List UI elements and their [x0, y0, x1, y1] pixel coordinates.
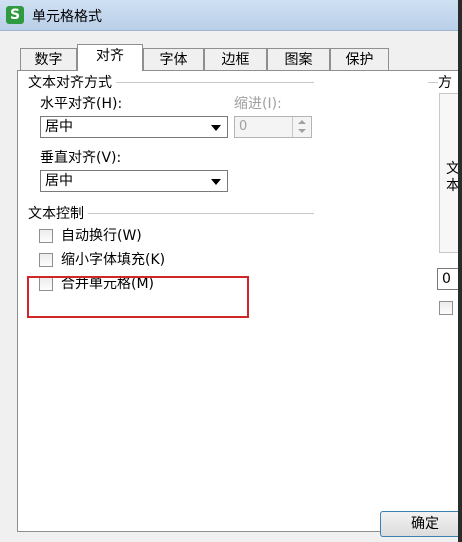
- orientation-checkbox[interactable]: [439, 301, 453, 315]
- spin-buttons[interactable]: [292, 117, 311, 137]
- chevron-down-icon: [211, 179, 221, 185]
- window-title: 单元格格式: [32, 9, 102, 25]
- merge-cells-highlight: [27, 276, 249, 318]
- spin-up-icon: [298, 120, 306, 124]
- indent-label: 缩进(I):: [234, 96, 282, 112]
- horizontal-align-label: 水平对齐(H):: [40, 96, 123, 112]
- shrink-to-fit-checkbox[interactable]: [39, 253, 53, 267]
- vertical-align-label: 垂直对齐(V):: [40, 150, 122, 166]
- tab-font[interactable]: 字体: [143, 48, 204, 70]
- wrap-text-label[interactable]: 自动换行(W): [61, 225, 142, 245]
- alignment-group-label: 文本对齐方式: [28, 72, 116, 92]
- vertical-align-select[interactable]: 居中: [40, 170, 228, 192]
- horizontal-align-select[interactable]: 居中: [40, 116, 228, 138]
- text-control-group-label: 文本控制: [28, 203, 88, 223]
- tab-protection[interactable]: 保护: [330, 48, 389, 70]
- wps-app-icon: S: [6, 6, 24, 24]
- vertical-align-value: 居中: [45, 173, 73, 189]
- tab-border[interactable]: 边框: [204, 48, 267, 70]
- window-edge: [458, 0, 462, 542]
- tab-pattern[interactable]: 图案: [267, 48, 330, 70]
- wrap-text-checkbox[interactable]: [39, 229, 53, 243]
- shrink-to-fit-label[interactable]: 缩小字体填充(K): [61, 249, 165, 269]
- chevron-down-icon: [211, 125, 221, 131]
- horizontal-align-value: 居中: [45, 119, 73, 135]
- indent-stepper[interactable]: 0: [234, 116, 312, 138]
- spin-down-icon: [298, 129, 306, 133]
- ok-button[interactable]: 确定: [380, 511, 462, 537]
- title-bar[interactable]: S 单元格格式: [0, 0, 462, 31]
- tab-number[interactable]: 数字: [20, 48, 77, 70]
- tab-alignment[interactable]: 对齐: [77, 44, 143, 71]
- indent-value: 0: [239, 119, 248, 134]
- degree-value: 0: [442, 271, 451, 287]
